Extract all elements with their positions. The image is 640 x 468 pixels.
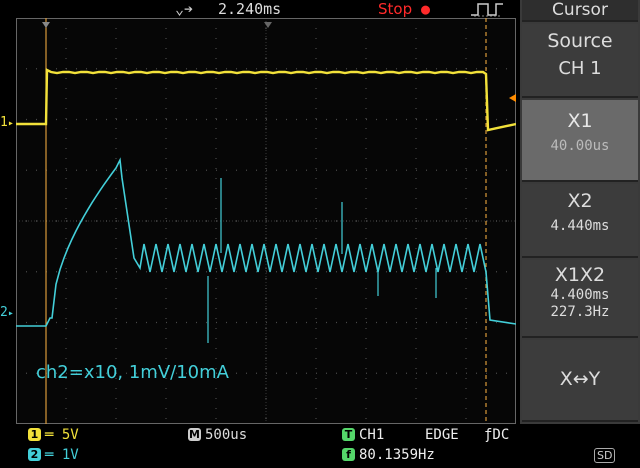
frequency-readout: f 80.1359Hz <box>342 446 435 464</box>
timebase-icon: M <box>188 428 201 441</box>
waveform-display[interactable]: ch2=x10, 1mV/10mA <box>16 18 516 424</box>
ch2-ground-marker[interactable]: 2▸ <box>0 306 14 321</box>
timebase-readout[interactable]: M 500us <box>188 426 247 444</box>
top-status-bar: ⌄➔ 2.240ms Stop ● <box>0 0 520 18</box>
ch2-icon: 2 <box>28 448 41 461</box>
ch2-scale-readout[interactable]: 2 ═ 1V <box>28 446 79 464</box>
cursor-menu: Cursor Source CH 1 X1 40.00us X2 4.440ms… <box>520 0 640 424</box>
probe-note: ch2=x10, 1mV/10mA <box>36 362 230 383</box>
ch1-ground-marker[interactable]: 1▸ <box>0 116 14 131</box>
x1-cursor-button[interactable]: X1 40.00us <box>522 100 638 182</box>
storage-badge[interactable]: SD <box>594 448 616 463</box>
bottom-status-bar: 1 ═ 5V 2 ═ 1V M 500us T CH1 EDGE ƒDC f 80.135… <box>0 424 640 468</box>
timebase-delay-icon: ⌄➔ <box>175 0 194 18</box>
run-state[interactable]: Stop <box>378 0 412 18</box>
trigger-coupling[interactable]: ƒDC <box>484 426 509 444</box>
trigger-level-marker[interactable] <box>509 94 516 102</box>
x2-cursor-button[interactable]: X2 4.440ms <box>522 184 638 258</box>
delta-readout-button[interactable]: X1X2 4.400ms 227.3Hz <box>522 260 638 338</box>
trigger-type[interactable]: EDGE <box>425 426 459 444</box>
trigger-position-marker-center <box>264 22 272 28</box>
menu-title: Cursor <box>522 0 638 22</box>
swap-cursor-button[interactable]: X↔Y <box>522 340 638 422</box>
stop-indicator-icon: ● <box>421 0 431 18</box>
ch1-scale-readout[interactable]: 1 ═ 5V <box>28 426 79 444</box>
delay-readout: 2.240ms <box>218 0 282 18</box>
trigger-position-marker[interactable] <box>42 22 50 28</box>
trigger-source-readout[interactable]: T CH1 <box>342 426 384 444</box>
trigger-icon: T <box>342 428 355 441</box>
source-menu-button[interactable]: Source CH 1 <box>522 24 638 98</box>
frequency-icon: f <box>342 448 355 461</box>
ch1-icon: 1 <box>28 428 41 441</box>
